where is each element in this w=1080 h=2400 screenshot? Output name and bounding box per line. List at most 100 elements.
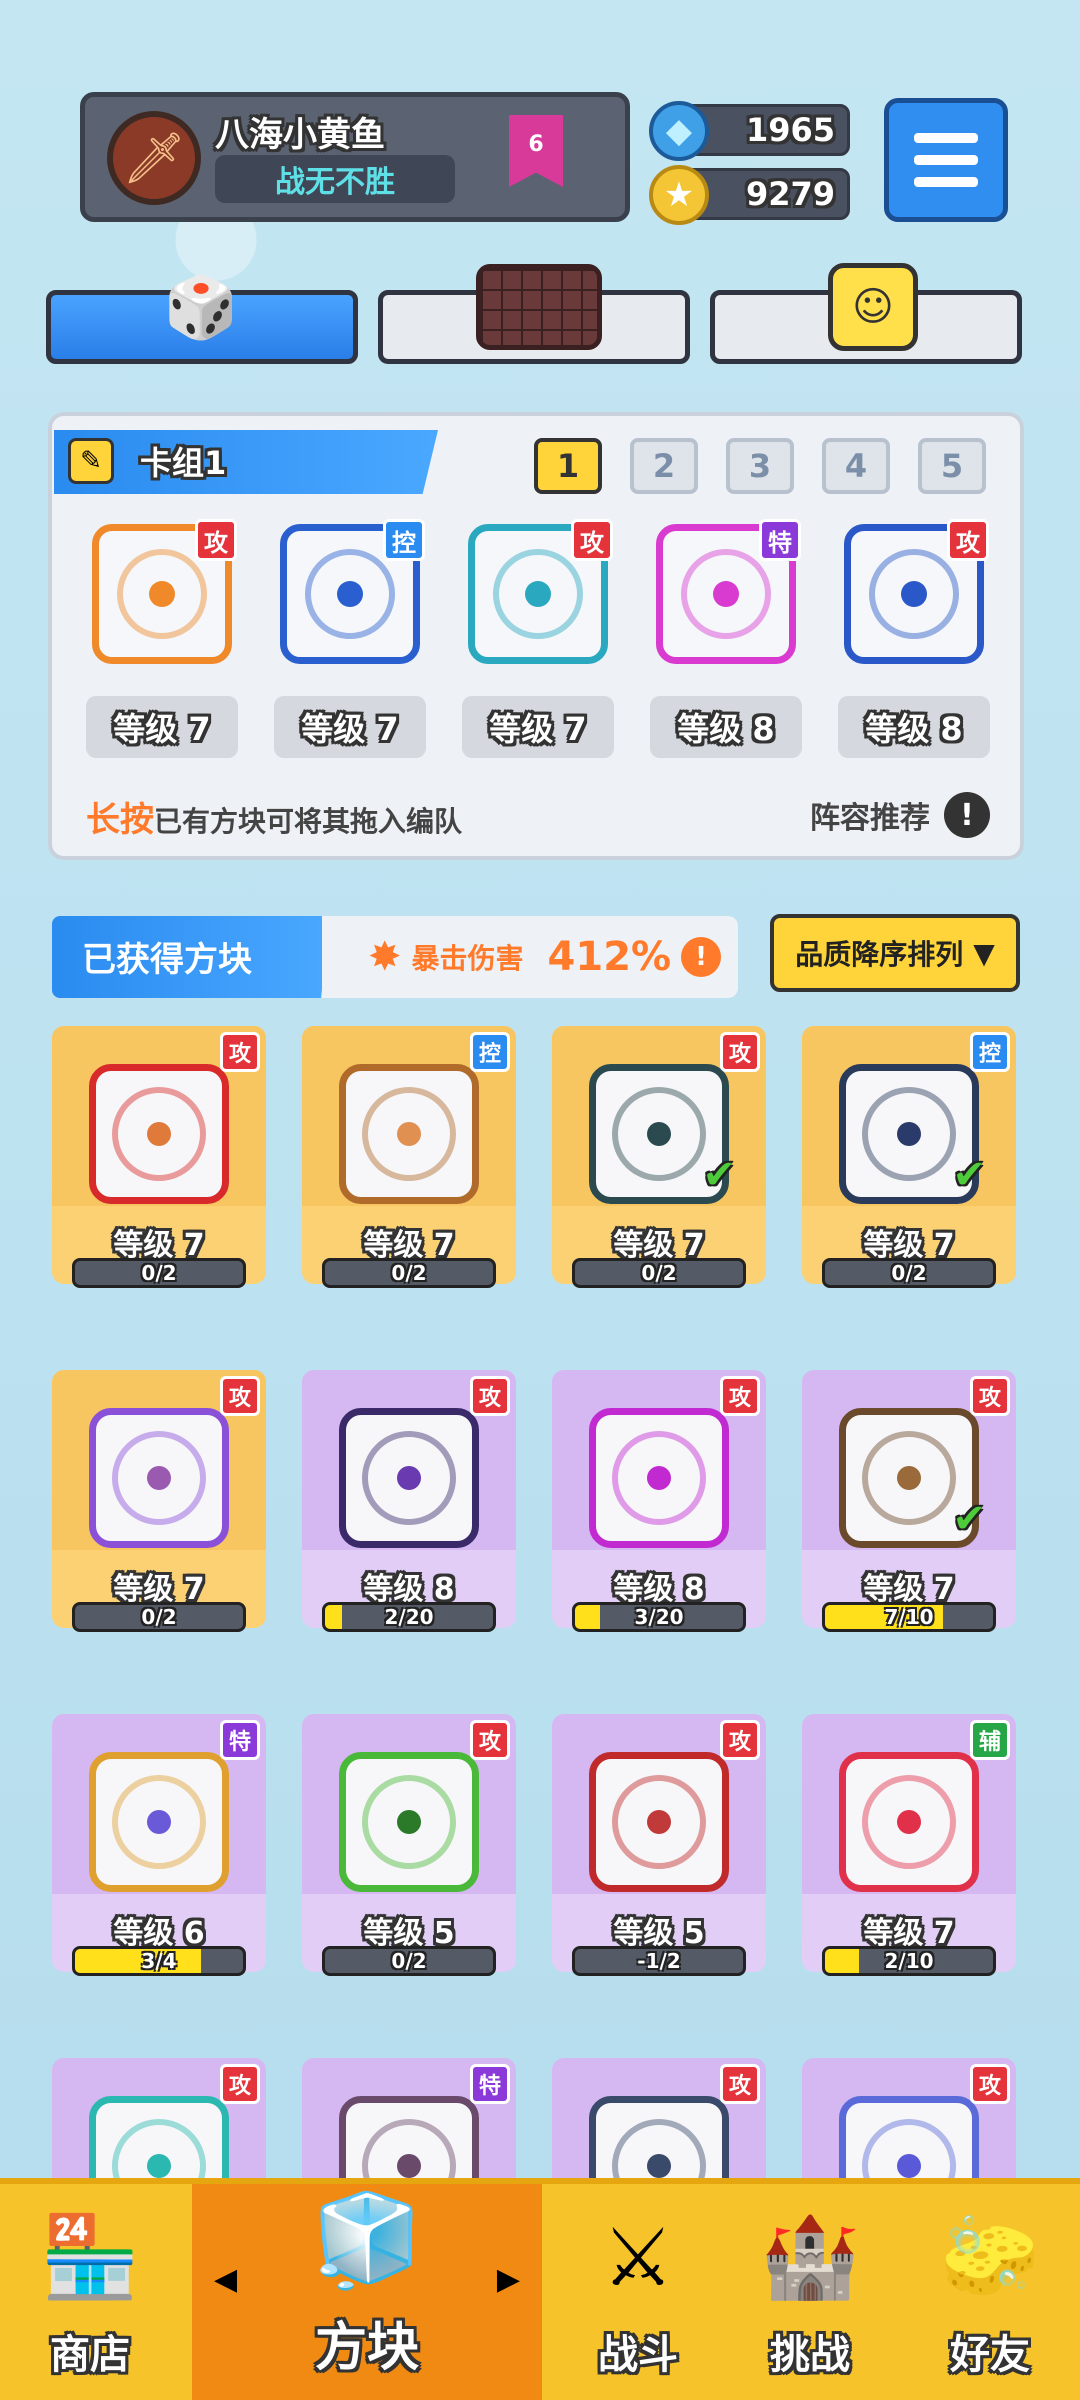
owned-card[interactable]: 控等级 7 0/2 bbox=[302, 1026, 516, 1288]
smile-cube-icon: ☺ bbox=[808, 248, 938, 366]
deck-card[interactable]: 攻 bbox=[468, 519, 613, 664]
card-pattern bbox=[112, 1775, 206, 1869]
right-arrow-icon[interactable]: ▶ bbox=[497, 2262, 520, 2297]
owned-card[interactable]: 攻 ✔ 等级 7 7/10 bbox=[802, 1370, 1016, 1632]
crit-label: 暴击伤害 bbox=[411, 942, 524, 975]
pencil-edit-icon[interactable]: ✎ bbox=[68, 438, 114, 484]
owned-card[interactable]: 辅等级 7 2/10 bbox=[802, 1714, 1016, 1976]
menu-line-icon bbox=[914, 155, 978, 165]
board-icon bbox=[474, 248, 604, 366]
upgrade-progress-bar: 0/2 bbox=[322, 1258, 496, 1288]
crit-damage-panel[interactable]: ✸ 暴击伤害 412% ! bbox=[322, 916, 738, 998]
card-pattern bbox=[112, 1431, 206, 1525]
owned-card[interactable]: 攻等级 7 0/2 bbox=[52, 1026, 266, 1288]
owned-card[interactable]: 控 ✔ 等级 7 0/2 bbox=[802, 1026, 1016, 1288]
deck-card[interactable]: 攻 bbox=[92, 519, 237, 664]
nav-shop-label: 商店 bbox=[50, 2332, 130, 2378]
progress-text: 0/2 bbox=[891, 1261, 927, 1285]
progress-text: 0/2 bbox=[391, 1949, 427, 1973]
upgrade-progress-bar: 3/4 bbox=[72, 1946, 246, 1976]
deck-slot-4[interactable]: 4 bbox=[822, 438, 890, 494]
shop-icon: 🏪 bbox=[40, 2210, 140, 2303]
chevron-down-icon: ▼ bbox=[973, 936, 995, 970]
card-type-tag: 特 bbox=[470, 2064, 510, 2104]
bottom-nav: 🏪 商店 🧊 方块 ◀ ▶ ⚔ 战斗 🏰 挑战 🧽 好友 bbox=[0, 2178, 1080, 2400]
menu-button[interactable] bbox=[884, 98, 1008, 222]
card-type-tag: 辅 bbox=[970, 1720, 1010, 1760]
deck-slot-1[interactable]: 1 bbox=[534, 438, 602, 494]
upgrade-progress-bar: 7/10 bbox=[822, 1602, 996, 1632]
upgrade-progress-bar: 0/2 bbox=[72, 1602, 246, 1632]
owned-card[interactable]: 特等级 6 3/4 bbox=[52, 1714, 266, 1976]
progress-text: 3/20 bbox=[634, 1605, 684, 1629]
hint-text: 已有方块可将其拖入编队 bbox=[154, 805, 463, 838]
progress-text: 0/2 bbox=[141, 1261, 177, 1285]
card-type-tag: 攻 bbox=[571, 519, 613, 561]
card-type-tag: 攻 bbox=[970, 2064, 1010, 2104]
card-pattern bbox=[862, 1775, 956, 1869]
nav-battle-label: 战斗 bbox=[598, 2332, 678, 2378]
left-arrow-icon[interactable]: ◀ bbox=[214, 2262, 237, 2297]
deck-slot-5[interactable]: 5 bbox=[918, 438, 986, 494]
progress-text: 3/4 bbox=[141, 1949, 177, 1973]
sort-dropdown[interactable]: 品质降序排列 ▼ bbox=[770, 914, 1020, 992]
sort-label: 品质降序排列 bbox=[795, 938, 964, 971]
card-type-tag: 攻 bbox=[220, 1032, 260, 1072]
deck-card[interactable]: 特 bbox=[656, 519, 801, 664]
card-pattern bbox=[612, 1775, 706, 1869]
upgrade-progress-bar: 0/2 bbox=[822, 1258, 996, 1288]
cube-face bbox=[839, 1752, 979, 1892]
deck-name-tab[interactable]: ✎ 卡组1 bbox=[54, 430, 438, 494]
card-type-tag: 攻 bbox=[470, 1376, 510, 1416]
card-pattern bbox=[362, 1431, 456, 1525]
deck-slot-3[interactable]: 3 bbox=[726, 438, 794, 494]
lineup-recommend-button[interactable]: 阵容推荐 ! bbox=[810, 792, 990, 838]
nav-friends-label: 好友 bbox=[950, 2332, 1030, 2378]
menu-line-icon bbox=[914, 133, 978, 143]
nav-cube[interactable]: 🧊 方块 ◀ ▶ bbox=[192, 2184, 542, 2400]
nav-friends[interactable]: 🧽 好友 bbox=[900, 2184, 1080, 2400]
coin-counter: ★ 9279 bbox=[649, 165, 850, 225]
nav-battle[interactable]: ⚔ 战斗 bbox=[548, 2184, 728, 2400]
card-pattern bbox=[362, 1087, 456, 1181]
nav-challenge[interactable]: 🏰 挑战 bbox=[720, 2184, 900, 2400]
upgrade-progress-bar: 0/2 bbox=[72, 1258, 246, 1288]
card-pattern bbox=[117, 549, 207, 639]
coin-count: 9279 bbox=[745, 175, 835, 213]
dice-icon: 🎲 bbox=[163, 272, 239, 343]
coin-icon: ★ bbox=[649, 165, 709, 225]
deck-card[interactable]: 攻 bbox=[844, 519, 989, 664]
upgrade-progress-bar: 3/20 bbox=[572, 1602, 746, 1632]
nav-shop[interactable]: 🏪 商店 bbox=[0, 2184, 180, 2400]
deck-card[interactable]: 控 bbox=[280, 519, 425, 664]
in-deck-check-icon: ✔ bbox=[952, 1496, 986, 1542]
owned-card[interactable]: 攻等级 7 0/2 bbox=[52, 1370, 266, 1632]
in-deck-check-icon: ✔ bbox=[952, 1152, 986, 1198]
info-icon: ! bbox=[944, 792, 990, 838]
upgrade-progress-bar: 2/20 bbox=[322, 1602, 496, 1632]
card-pattern bbox=[362, 1775, 456, 1869]
deck-card-level: 等级 7 bbox=[462, 696, 614, 758]
cube-face bbox=[589, 1408, 729, 1548]
player-profile-panel[interactable]: 🗡 八海小黄鱼 战无不胜 6 bbox=[80, 92, 630, 222]
crit-value: 412% bbox=[547, 934, 672, 980]
card-type-tag: 特 bbox=[220, 1720, 260, 1760]
deck-panel: ✎ 卡组1 1 2 3 4 5 攻等级 7 控等级 7 攻等级 7 特等级 8 攻等级 … bbox=[48, 412, 1024, 860]
owned-card[interactable]: 攻等级 5 0/2 bbox=[302, 1714, 516, 1976]
card-pattern bbox=[305, 549, 395, 639]
card-pattern bbox=[612, 1087, 706, 1181]
card-type-tag: 攻 bbox=[195, 519, 237, 561]
progress-text: 0/2 bbox=[391, 1261, 427, 1285]
owned-card[interactable]: 攻 ✔ 等级 7 0/2 bbox=[552, 1026, 766, 1288]
progress-text: 7/10 bbox=[884, 1605, 934, 1629]
owned-card[interactable]: 攻等级 8 2/20 bbox=[302, 1370, 516, 1632]
deck-slot-2[interactable]: 2 bbox=[630, 438, 698, 494]
owned-card[interactable]: 攻等级 5 -1/2 bbox=[552, 1714, 766, 1976]
card-pattern bbox=[681, 549, 771, 639]
recommend-label: 阵容推荐 bbox=[810, 801, 930, 836]
owned-card[interactable]: 攻等级 8 3/20 bbox=[552, 1370, 766, 1632]
deck-name: 卡组1 bbox=[140, 444, 227, 482]
burst-icon: ✸ bbox=[368, 934, 402, 980]
card-type-tag: 攻 bbox=[220, 2064, 260, 2104]
cube-face bbox=[89, 1408, 229, 1548]
